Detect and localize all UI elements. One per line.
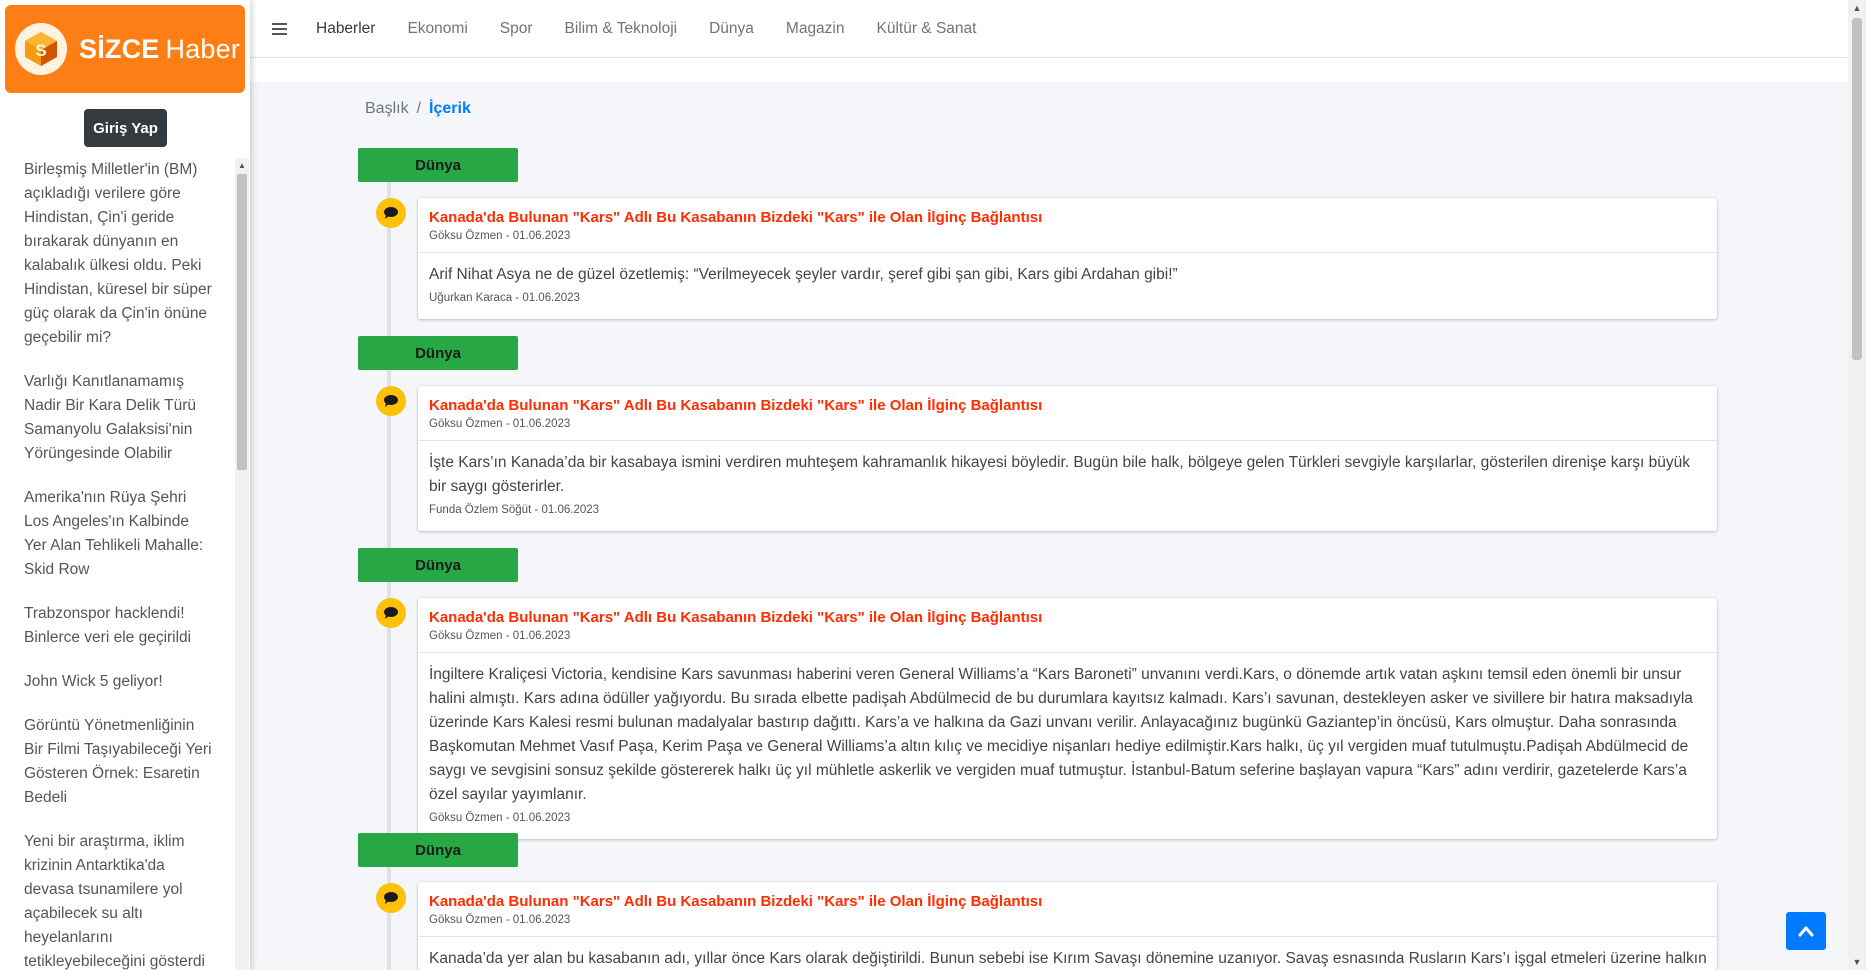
header-strip bbox=[250, 58, 1848, 82]
card-header: Kanada'da Bulunan "Kars" Adlı Bu Kasaban… bbox=[418, 598, 1717, 653]
scroll-up-arrow-icon[interactable]: ▲ bbox=[235, 158, 249, 172]
category-badge: Dünya bbox=[358, 548, 518, 582]
card-title-link[interactable]: Kanada'da Bulunan "Kars" Adlı Bu Kasaban… bbox=[429, 892, 1706, 912]
top-navbar: Haberler Ekonomi Spor Bilim & Teknoloji … bbox=[250, 0, 1848, 58]
card-author-date: Göksu Özmen - 01.06.2023 bbox=[429, 630, 571, 642]
news-card: Kanada'da Bulunan "Kars" Adlı Bu Kasaban… bbox=[418, 882, 1717, 970]
card-header: Kanada'da Bulunan "Kars" Adlı Bu Kasaban… bbox=[418, 198, 1717, 253]
breadcrumb-separator: / bbox=[416, 100, 422, 117]
sidebar-news-item[interactable]: John Wick 5 geliyor! bbox=[0, 670, 235, 694]
brand-name-light: Haber bbox=[165, 33, 241, 64]
news-card: Kanada'da Bulunan "Kars" Adlı Bu Kasaban… bbox=[418, 598, 1717, 839]
sidebar-news-item[interactable]: Yeni bir araştırma, iklim krizinin Antar… bbox=[0, 830, 235, 970]
card-author-date: Göksu Özmen - 01.06.2023 bbox=[429, 914, 571, 926]
comment-icon bbox=[376, 198, 406, 228]
card-author-date: Göksu Özmen - 01.06.2023 bbox=[429, 230, 571, 242]
brand-name: SİZCE Haber bbox=[79, 34, 240, 65]
sidebar-scrollbar-thumb[interactable] bbox=[237, 174, 247, 470]
card-body-text: Kanada’da yer alan bu kasabanın adı, yıl… bbox=[429, 950, 1706, 967]
nav-item-kultur-sanat[interactable]: Kültür & Sanat bbox=[877, 20, 977, 38]
comment-icon bbox=[376, 883, 406, 913]
comment-icon bbox=[376, 386, 406, 416]
card-body-meta: Uğurkan Karaca - 01.06.2023 bbox=[429, 292, 580, 304]
brand-logo-icon: S bbox=[15, 23, 67, 75]
card-title-link[interactable]: Kanada'da Bulunan "Kars" Adlı Bu Kasaban… bbox=[429, 396, 1706, 416]
comment-icon bbox=[376, 598, 406, 628]
card-header: Kanada'da Bulunan "Kars" Adlı Bu Kasaban… bbox=[418, 386, 1717, 441]
sidebar-news-item[interactable]: Varlığı Kanıtlanamamış Nadir Bir Kara De… bbox=[0, 370, 235, 466]
breadcrumb-current: İçerik bbox=[429, 100, 471, 117]
chevron-up-icon bbox=[1798, 926, 1814, 937]
category-badge: Dünya bbox=[358, 148, 518, 182]
card-body-text: Arif Nihat Asya ne de güzel özetlemiş: “… bbox=[429, 266, 1178, 283]
page-scrollbar-thumb[interactable] bbox=[1852, 18, 1862, 360]
card-body-text: İşte Kars’ın Kanada’da bir kasabaya ismi… bbox=[429, 454, 1691, 495]
card-header: Kanada'da Bulunan "Kars" Adlı Bu Kasaban… bbox=[418, 882, 1717, 937]
sidebar-news-item[interactable]: Görüntü Yönetmenliğinin Bir Filmi Taşıya… bbox=[0, 714, 235, 810]
card-author-date: Göksu Özmen - 01.06.2023 bbox=[429, 418, 571, 430]
category-badge: Dünya bbox=[358, 833, 518, 867]
sidebar: S SİZCE Haber Giriş Yap Birleşmiş Milletl… bbox=[0, 0, 250, 970]
sidebar-news-list: Birleşmiş Milletler'in (BM) açıkladığı v… bbox=[0, 158, 235, 970]
breadcrumb: Başlık / İçerik bbox=[365, 100, 471, 118]
card-body-meta: Göksu Özmen - 01.06.2023 bbox=[429, 812, 571, 824]
nav-item-bilim-teknoloji[interactable]: Bilim & Teknoloji bbox=[565, 20, 678, 38]
sidebar-news-item[interactable]: Trabzonspor hacklendi! Binlerce veri ele… bbox=[0, 602, 235, 650]
category-badge: Dünya bbox=[358, 336, 518, 370]
card-title-link[interactable]: Kanada'da Bulunan "Kars" Adlı Bu Kasaban… bbox=[429, 608, 1706, 628]
brand-link[interactable]: S SİZCE Haber bbox=[5, 5, 245, 93]
card-body-text: İngiltere Kraliçesi Victoria, kendisine … bbox=[429, 666, 1693, 803]
login-button[interactable]: Giriş Yap bbox=[84, 109, 167, 147]
nav-item-ekonomi[interactable]: Ekonomi bbox=[407, 20, 467, 38]
page-scrollbar[interactable]: ▲ ▼ bbox=[1848, 0, 1866, 970]
news-card: Kanada'da Bulunan "Kars" Adlı Bu Kasaban… bbox=[418, 198, 1717, 319]
card-title-link[interactable]: Kanada'da Bulunan "Kars" Adlı Bu Kasaban… bbox=[429, 208, 1706, 228]
card-body: İngiltere Kraliçesi Victoria, kendisine … bbox=[418, 653, 1717, 839]
nav-item-spor[interactable]: Spor bbox=[500, 20, 533, 38]
brand-name-bold: SİZCE bbox=[79, 33, 160, 64]
card-body: Kanada’da yer alan bu kasabanın adı, yıl… bbox=[418, 937, 1717, 970]
hamburger-icon[interactable] bbox=[272, 22, 296, 35]
scroll-up-arrow-icon[interactable]: ▲ bbox=[1848, 0, 1866, 16]
sidebar-news-item[interactable]: Amerika'nın Rüya Şehri Los Angeles'ın Ka… bbox=[0, 486, 235, 582]
nav-item-dunya[interactable]: Dünya bbox=[709, 20, 754, 38]
sidebar-scrollbar[interactable]: ▲ bbox=[235, 158, 249, 970]
svg-text:S: S bbox=[35, 41, 46, 60]
card-body-meta: Funda Özlem Söğüt - 01.06.2023 bbox=[429, 504, 600, 516]
card-body: İşte Kars’ın Kanada’da bir kasabaya ismi… bbox=[418, 441, 1717, 531]
sidebar-news-item[interactable]: Birleşmiş Milletler'in (BM) açıkladığı v… bbox=[0, 158, 235, 350]
nav-item-haberler[interactable]: Haberler bbox=[316, 20, 375, 38]
back-to-top-button[interactable] bbox=[1786, 912, 1826, 950]
card-body: Arif Nihat Asya ne de güzel özetlemiş: “… bbox=[418, 253, 1717, 319]
scroll-down-arrow-icon[interactable]: ▼ bbox=[1848, 954, 1866, 970]
news-card: Kanada'da Bulunan "Kars" Adlı Bu Kasaban… bbox=[418, 386, 1717, 531]
nav-item-magazin[interactable]: Magazin bbox=[786, 20, 845, 38]
breadcrumb-parent[interactable]: Başlık bbox=[365, 100, 409, 118]
